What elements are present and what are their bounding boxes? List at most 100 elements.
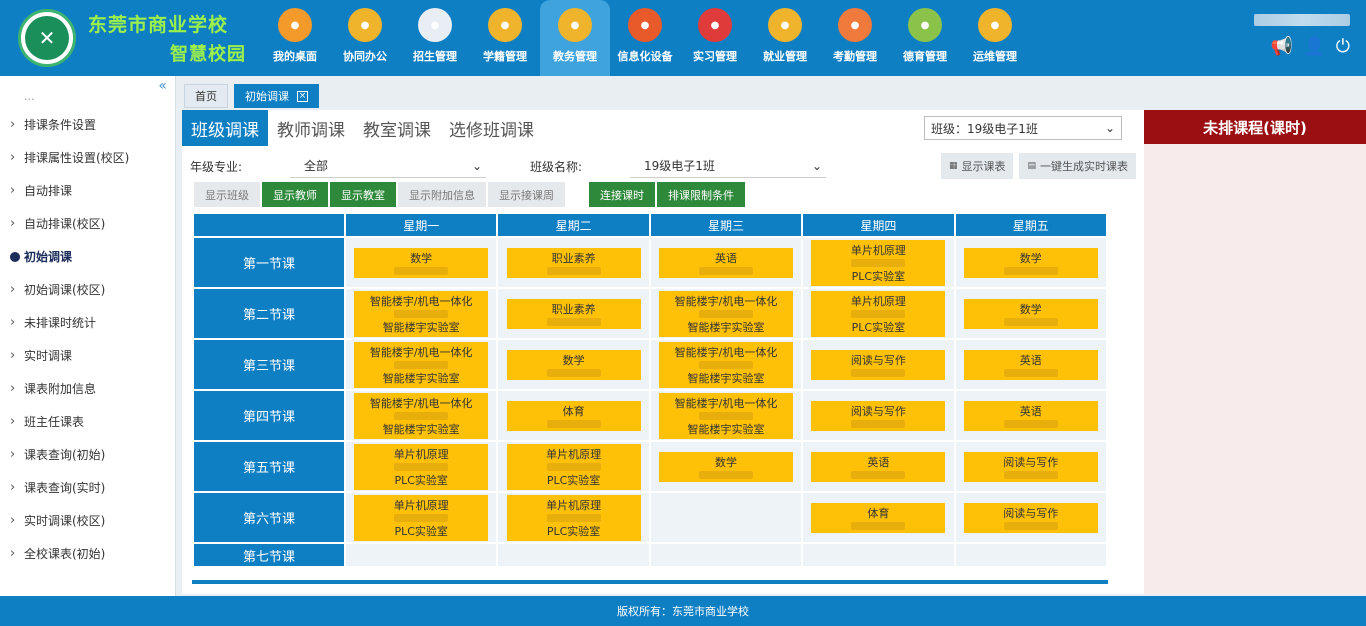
schedule-cell[interactable]: 单片机原理 PLC实验室 <box>346 442 497 491</box>
schedule-cell[interactable]: 英语 <box>650 238 802 287</box>
option-button[interactable]: 显示附加信息 <box>398 182 486 207</box>
schedule-cell[interactable]: 数学 <box>955 289 1106 338</box>
schedule-cell[interactable]: 智能楼宇/机电一体化 智能楼宇实验室 <box>650 340 802 389</box>
schedule-cell[interactable]: 阅读与写作 <box>803 391 954 440</box>
schedule-cell[interactable]: 数学 <box>498 340 649 389</box>
course-card[interactable]: 英语 <box>963 349 1098 380</box>
module-academic[interactable]: ● 教务管理 <box>540 0 610 76</box>
schedule-cell[interactable]: 智能楼宇/机电一体化 智能楼宇实验室 <box>650 289 802 338</box>
schedule-cell[interactable]: 数学 <box>650 442 802 491</box>
course-card[interactable]: 智能楼宇/机电一体化 智能楼宇实验室 <box>354 392 489 439</box>
class-select[interactable]: 班级：19级电子1班 ⌄ <box>924 116 1122 140</box>
schedule-cell[interactable]: 智能楼宇/机电一体化 智能楼宇实验室 <box>346 340 497 389</box>
course-card[interactable]: 智能楼宇/机电一体化 智能楼宇实验室 <box>354 290 489 337</box>
generate-realtime-button[interactable]: ▤ 一键生成实时课表 <box>1019 153 1136 179</box>
power-icon[interactable]: ⏻ <box>1336 36 1350 57</box>
option-button[interactable]: 显示教师 <box>262 182 328 207</box>
schedule-cell[interactable] <box>346 544 497 566</box>
option-button[interactable]: 显示班级 <box>194 182 260 207</box>
schedule-cell[interactable] <box>650 544 802 566</box>
tab-current[interactable]: 初始调课 × <box>234 84 319 108</box>
show-schedule-button[interactable]: ▦ 显示课表 <box>940 153 1014 179</box>
sidebar-item[interactable]: › 排课属性设置(校区) <box>0 141 175 174</box>
course-card[interactable]: 单片机原理 PLC实验室 <box>811 290 946 337</box>
schedule-cell[interactable]: 单片机原理 PLC实验室 <box>498 493 649 542</box>
sidebar-collapse-icon[interactable]: « <box>0 76 175 96</box>
schedule-cell[interactable]: 智能楼宇/机电一体化 智能楼宇实验室 <box>346 391 497 440</box>
schedule-cell[interactable]: 职业素养 <box>498 238 649 287</box>
option-button[interactable]: 显示教室 <box>330 182 396 207</box>
tab-close-icon[interactable]: × <box>297 90 308 102</box>
sidebar-item[interactable]: › 班主任课表 <box>0 405 175 438</box>
schedule-cell[interactable]: 数学 <box>955 238 1106 287</box>
schedule-cell[interactable]: 体育 <box>498 391 649 440</box>
course-card[interactable]: 智能楼宇/机电一体化 智能楼宇实验室 <box>658 392 793 439</box>
action-button[interactable]: 连接课时 <box>589 182 655 207</box>
course-card[interactable]: 数学 <box>963 247 1098 278</box>
sidebar-item[interactable]: › 实时调课 <box>0 339 175 372</box>
course-card[interactable]: 体育 <box>506 400 641 431</box>
course-card[interactable]: 阅读与写作 <box>963 451 1098 482</box>
course-card[interactable]: 智能楼宇/机电一体化 智能楼宇实验室 <box>658 341 793 388</box>
course-card[interactable]: 阅读与写作 <box>963 502 1098 533</box>
module-desktop-grid[interactable]: ● 我的桌面 <box>260 0 330 76</box>
course-card[interactable]: 数学 <box>963 298 1098 329</box>
module-device[interactable]: ● 信息化设备 <box>610 0 680 76</box>
course-card[interactable]: 智能楼宇/机电一体化 智能楼宇实验室 <box>354 341 489 388</box>
schedule-cell[interactable]: 智能楼宇/机电一体化 智能楼宇实验室 <box>346 289 497 338</box>
schedule-cell[interactable]: 单片机原理 PLC实验室 <box>346 493 497 542</box>
schedule-cell[interactable]: 阅读与写作 <box>955 493 1106 542</box>
sidebar-item[interactable]: › 自动排课(校区) <box>0 207 175 240</box>
module-maintenance[interactable]: ● 运维管理 <box>960 0 1030 76</box>
view-tab[interactable]: 教室调课 <box>354 110 440 146</box>
module-student[interactable]: ● 招生管理 <box>400 0 470 76</box>
sidebar-item[interactable]: › 课表查询(实时) <box>0 471 175 504</box>
action-button[interactable]: 排课限制条件 <box>657 182 745 207</box>
course-card[interactable]: 数学 <box>658 451 793 482</box>
course-card[interactable]: 体育 <box>811 502 946 533</box>
schedule-cell[interactable]: 体育 <box>803 493 954 542</box>
schedule-cell[interactable]: 单片机原理 PLC实验室 <box>803 238 954 287</box>
schedule-cell[interactable]: 阅读与写作 <box>803 340 954 389</box>
sidebar-item[interactable]: › 实时调课(校区) <box>0 504 175 537</box>
course-card[interactable]: 阅读与写作 <box>811 349 946 380</box>
sidebar-item[interactable]: › 课表附加信息 <box>0 372 175 405</box>
module-office-monitor[interactable]: ● 协同办公 <box>330 0 400 76</box>
course-card[interactable]: 数学 <box>506 349 641 380</box>
schedule-cell[interactable] <box>498 544 649 566</box>
course-card[interactable]: 单片机原理 PLC实验室 <box>506 494 641 541</box>
course-card[interactable]: 职业素养 <box>506 298 641 329</box>
view-tab[interactable]: 班级调课 <box>182 110 268 146</box>
module-student-record[interactable]: ● 学籍管理 <box>470 0 540 76</box>
announcement-icon[interactable]: 📢 <box>1271 36 1293 57</box>
user-icon[interactable]: 👤 <box>1303 36 1325 57</box>
course-card[interactable]: 单片机原理 PLC实验室 <box>506 443 641 490</box>
sidebar-item[interactable]: › 初始调课(校区) <box>0 273 175 306</box>
course-card[interactable]: 单片机原理 PLC实验室 <box>811 239 946 286</box>
course-card[interactable]: 职业素养 <box>506 247 641 278</box>
course-card[interactable]: 英语 <box>811 451 946 482</box>
schedule-cell[interactable]: 英语 <box>955 340 1106 389</box>
schedule-cell[interactable]: 英语 <box>803 442 954 491</box>
option-button[interactable]: 显示接课周 <box>488 182 565 207</box>
course-card[interactable]: 数学 <box>354 247 489 278</box>
module-moral-education[interactable]: ● 德育管理 <box>890 0 960 76</box>
sidebar-item[interactable]: › 自动排课 <box>0 174 175 207</box>
table-scrollbar[interactable] <box>192 580 1108 584</box>
schedule-cell[interactable]: 单片机原理 PLC实验室 <box>803 289 954 338</box>
sidebar-item[interactable]: › 课表查询(初始) <box>0 438 175 471</box>
schedule-cell[interactable]: 职业素养 <box>498 289 649 338</box>
schedule-cell[interactable]: 阅读与写作 <box>955 442 1106 491</box>
course-card[interactable]: 阅读与写作 <box>811 400 946 431</box>
grade-select[interactable]: 全部 ⌄ <box>290 154 486 178</box>
class-name-select[interactable]: 19级电子1班 ⌄ <box>630 154 826 178</box>
module-employment[interactable]: ● 就业管理 <box>750 0 820 76</box>
module-attendance[interactable]: ● 考勤管理 <box>820 0 890 76</box>
course-card[interactable]: 智能楼宇/机电一体化 智能楼宇实验室 <box>658 290 793 337</box>
schedule-cell[interactable]: 智能楼宇/机电一体化 智能楼宇实验室 <box>650 391 802 440</box>
schedule-cell[interactable]: 单片机原理 PLC实验室 <box>498 442 649 491</box>
schedule-cell[interactable] <box>955 544 1106 566</box>
course-card[interactable]: 英语 <box>658 247 793 278</box>
sidebar-item[interactable]: › 未排课时统计 <box>0 306 175 339</box>
schedule-cell[interactable] <box>803 544 954 566</box>
